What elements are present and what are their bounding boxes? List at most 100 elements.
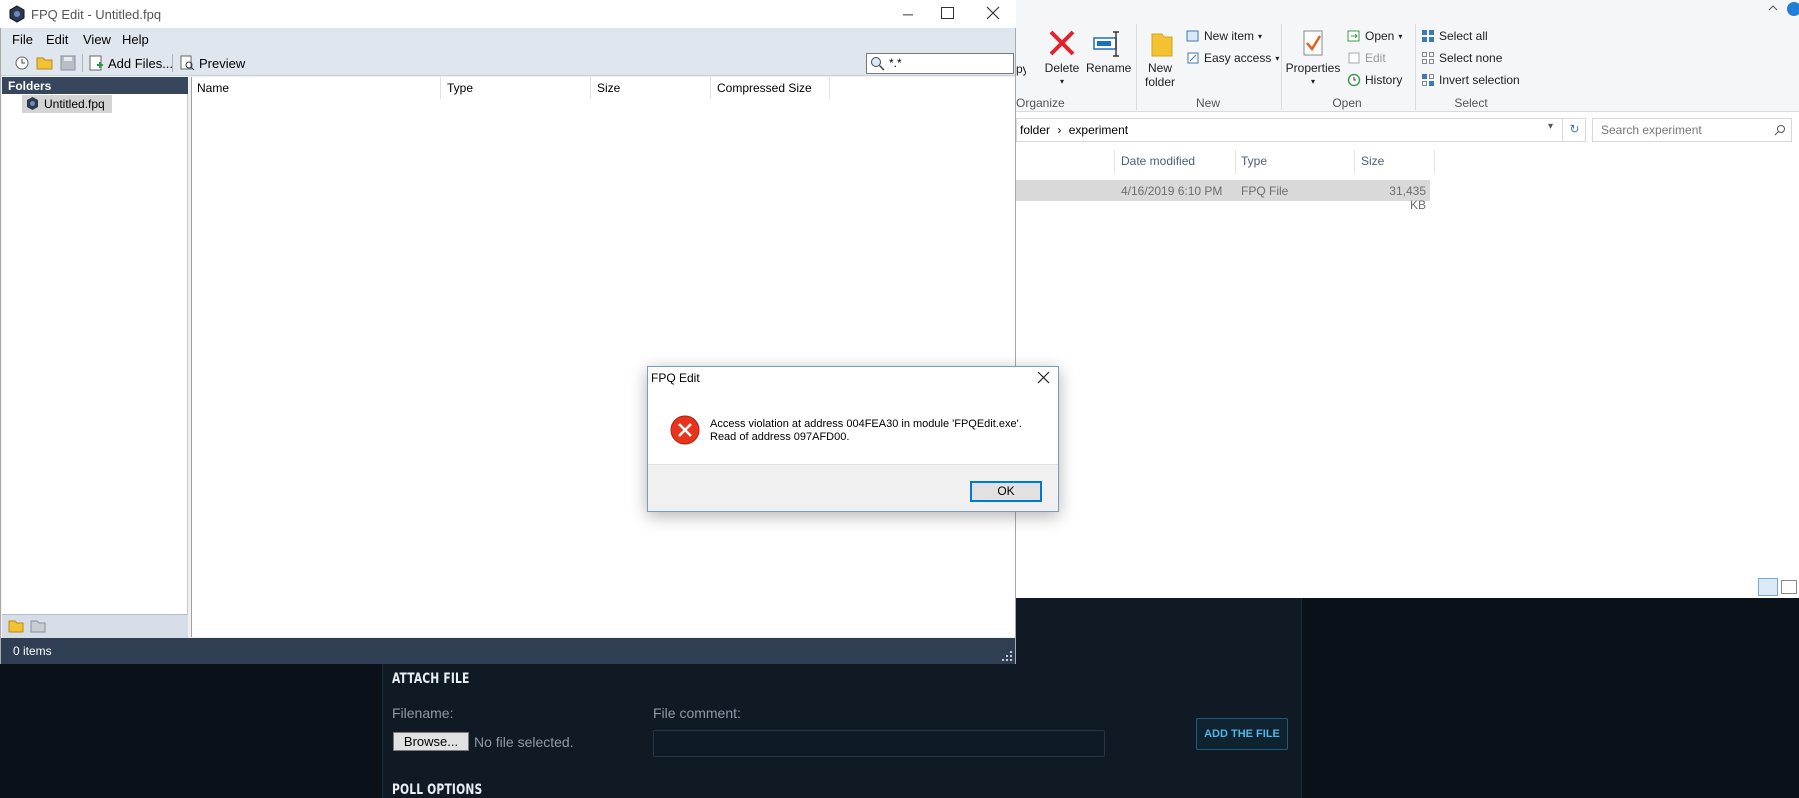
filter-input[interactable]: *.* xyxy=(866,53,1014,74)
toolbar-separator xyxy=(172,54,173,72)
edit-button[interactable]: Edit xyxy=(1347,51,1386,65)
history-label: History xyxy=(1365,73,1403,87)
breadcrumb: folder › experiment xyxy=(1020,123,1129,137)
dialog-title: FPQ Edit xyxy=(651,371,700,385)
breadcrumb-folder[interactable]: folder xyxy=(1020,123,1050,137)
column-separator xyxy=(1354,150,1355,174)
breadcrumb-experiment[interactable]: experiment xyxy=(1069,123,1128,137)
large-icons-view-icon[interactable] xyxy=(1781,580,1797,594)
invert-selection-label: Invert selection xyxy=(1439,73,1520,87)
select-all-icon xyxy=(1422,30,1434,42)
refresh-icon[interactable]: ↻ xyxy=(1562,118,1586,142)
column-compressed-size[interactable]: Compressed Size xyxy=(717,81,812,95)
column-separator xyxy=(1114,150,1115,174)
column-date-modified[interactable]: Date modified xyxy=(1121,154,1195,168)
close-icon[interactable] xyxy=(986,6,1000,20)
help-icon[interactable] xyxy=(1787,2,1799,16)
menu-view[interactable]: View xyxy=(83,32,111,47)
edit-icon xyxy=(1348,52,1360,64)
menu-edit[interactable]: Edit xyxy=(46,32,68,47)
remove-folder-icon[interactable] xyxy=(30,618,46,634)
open-button[interactable]: Open ▾ xyxy=(1347,29,1402,43)
properties-dropdown-icon: ▾ xyxy=(1310,77,1315,86)
select-all-button[interactable]: Select all xyxy=(1421,29,1488,43)
filename-label: Filename: xyxy=(392,705,454,721)
minimize-ribbon-icon[interactable] xyxy=(1768,4,1778,12)
open-icon xyxy=(1347,30,1360,42)
edit-label: Edit xyxy=(1365,51,1386,65)
easy-access-label: Easy access xyxy=(1204,51,1272,65)
file-size: 31,435 KB xyxy=(1389,184,1426,212)
error-message-line1: Access violation at address 004FEA30 in … xyxy=(710,418,1022,430)
delete-label: Delete xyxy=(1044,61,1080,75)
file-type: FPQ File xyxy=(1241,184,1289,198)
rename-label: Rename xyxy=(1086,61,1132,75)
menu-file[interactable]: File xyxy=(12,32,33,47)
organize-group-label: Organize xyxy=(1016,96,1065,110)
save-icon[interactable] xyxy=(60,55,76,71)
dialog-close-icon[interactable] xyxy=(1037,371,1050,384)
status-bar: 0 items xyxy=(1,638,1015,664)
add-file-button[interactable]: ADD THE FILE xyxy=(1196,718,1288,750)
maximize-icon[interactable] xyxy=(941,7,954,19)
new-folder-label: New folder xyxy=(1144,61,1176,89)
explorer-ribbon xyxy=(1016,0,1799,112)
search-icon xyxy=(1774,125,1785,136)
menu-help[interactable]: Help xyxy=(122,32,149,47)
delete-x-icon xyxy=(1049,30,1075,56)
properties-icon xyxy=(1303,30,1323,56)
status-items-count: 0 items xyxy=(13,644,52,658)
copy-partial-label: py xyxy=(1016,62,1026,76)
column-type[interactable]: Type xyxy=(447,81,473,95)
ok-button[interactable]: OK xyxy=(970,481,1042,502)
new-folder-small-icon[interactable] xyxy=(8,618,24,634)
ribbon-separator xyxy=(1281,24,1282,110)
file-date: 4/16/2019 6:10 PM xyxy=(1121,184,1223,198)
poll-options-heading: POLL OPTIONS xyxy=(392,782,483,798)
column-separator xyxy=(1434,150,1435,174)
new-item-label: New item xyxy=(1204,29,1255,43)
column-separator xyxy=(590,77,591,99)
fpq-window-title: FPQ Edit - Untitled.fpq xyxy=(31,7,162,22)
fpq-app-icon xyxy=(9,5,25,23)
filter-search-icon xyxy=(871,57,885,71)
column-size[interactable]: Size xyxy=(597,81,620,95)
properties-button[interactable]: Properties ▾ xyxy=(1284,28,1342,89)
details-view-icon[interactable] xyxy=(1758,578,1778,596)
error-icon xyxy=(670,415,700,445)
history-icon xyxy=(1347,73,1361,87)
delete-dropdown-icon: ▾ xyxy=(1059,77,1064,86)
recent-icon[interactable] xyxy=(14,55,30,71)
add-files-button[interactable]: Add Files... xyxy=(88,55,173,71)
open-label: Open xyxy=(1365,29,1395,43)
preview-button[interactable]: Preview xyxy=(179,55,245,71)
history-button[interactable]: History xyxy=(1347,73,1402,87)
new-item-icon xyxy=(1186,30,1199,42)
open-group-label: Open xyxy=(1332,96,1362,110)
select-all-label: Select all xyxy=(1439,29,1488,43)
select-none-button[interactable]: Select none xyxy=(1421,51,1502,65)
file-list-pane xyxy=(191,77,1015,637)
new-folder-icon xyxy=(1151,33,1173,57)
add-files-icon xyxy=(89,55,103,71)
file-row[interactable] xyxy=(1016,180,1430,201)
column-name[interactable]: Name xyxy=(197,81,229,95)
new-item-button[interactable]: New item ▾ xyxy=(1186,29,1262,43)
column-type[interactable]: Type xyxy=(1241,154,1267,168)
address-dropdown-icon[interactable]: ▾ xyxy=(1548,121,1553,132)
open-folder-icon[interactable] xyxy=(36,55,54,71)
new-folder-button[interactable]: New folder xyxy=(1140,28,1182,89)
select-group-label: Select xyxy=(1454,96,1488,110)
column-size[interactable]: Size xyxy=(1361,154,1384,168)
file-comment-input[interactable] xyxy=(653,730,1105,757)
minimize-icon[interactable]: ─ xyxy=(898,4,918,24)
invert-selection-button[interactable]: Invert selection xyxy=(1421,73,1520,87)
browse-button[interactable]: Browse... xyxy=(393,732,469,751)
rename-button[interactable]: Rename xyxy=(1086,28,1132,75)
resize-grip-icon[interactable] xyxy=(1001,650,1013,662)
select-none-icon xyxy=(1422,52,1434,64)
easy-access-button[interactable]: Easy access ▾ xyxy=(1186,51,1279,65)
explorer-search-input[interactable]: Search experiment xyxy=(1592,118,1792,142)
delete-button[interactable]: Delete ▾ xyxy=(1040,28,1084,89)
column-separator xyxy=(829,77,830,99)
